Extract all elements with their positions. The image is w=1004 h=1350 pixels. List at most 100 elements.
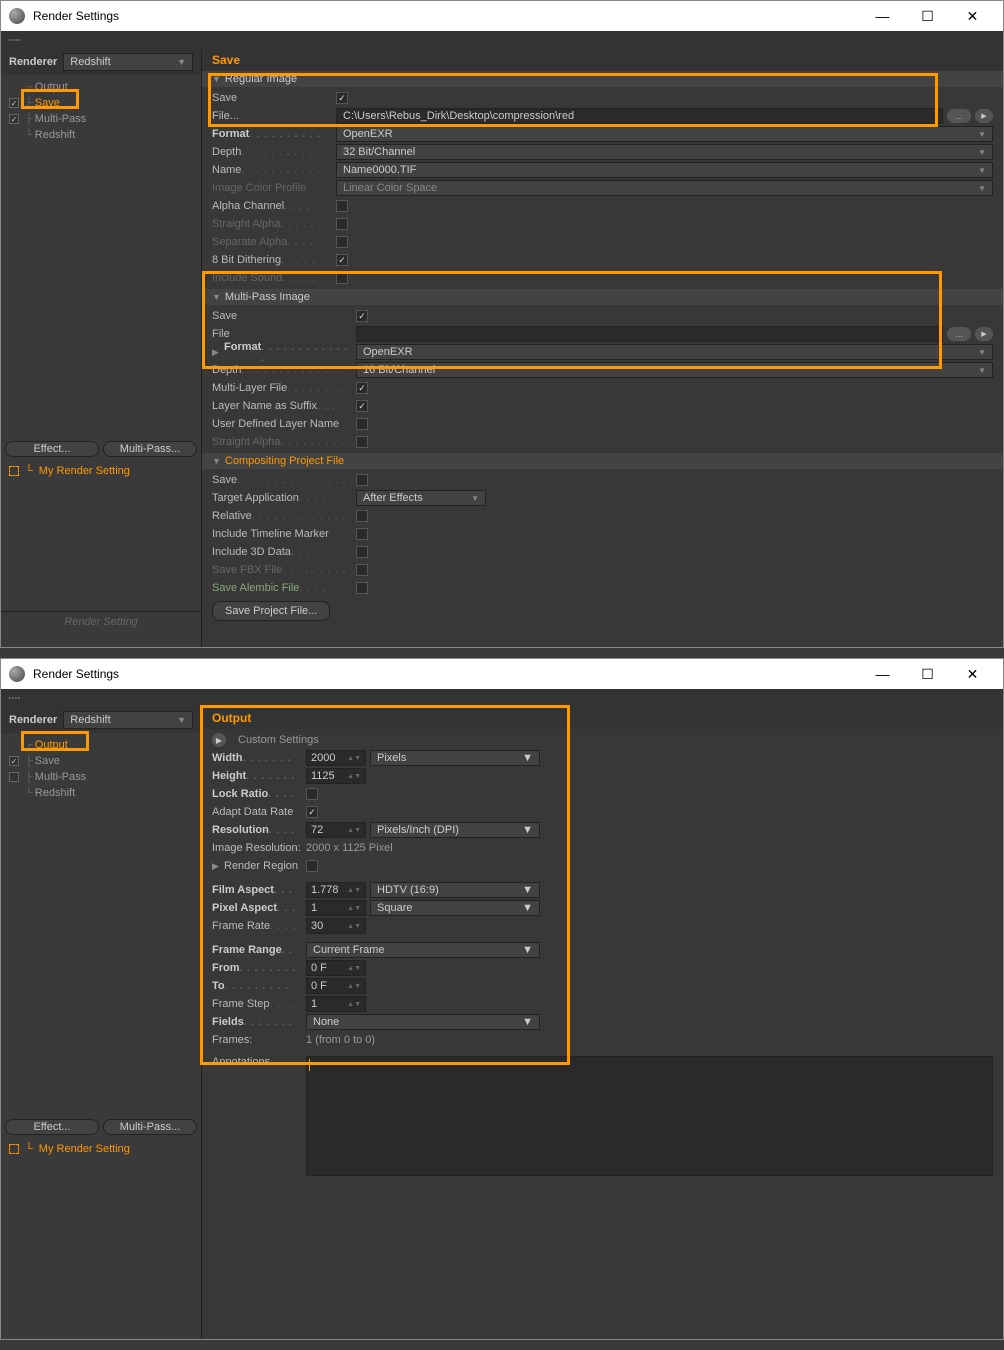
renderer-dropdown[interactable]: Redshift ▼ — [63, 711, 193, 729]
tree-item-output[interactable]: ┌ Output — [1, 79, 201, 95]
my-render-setting[interactable]: └My Render Setting — [1, 461, 201, 481]
titlebar[interactable]: Render Settings — ☐ ✕ — [1, 659, 1003, 689]
effect-button[interactable]: Effect... — [5, 1119, 99, 1135]
frame-range-dropdown[interactable]: Current Frame▼ — [306, 942, 540, 958]
film-aspect-dropdown[interactable]: HDTV (16:9)▼ — [370, 882, 540, 898]
collapse-arrow-icon: ▼ — [212, 456, 221, 466]
renderer-label: Renderer — [9, 714, 57, 726]
main-header: Output — [202, 707, 1003, 729]
expand-button[interactable]: ▶ — [212, 733, 226, 747]
save-project-file-button[interactable]: Save Project File... — [212, 601, 330, 621]
collapse-arrow-icon: ▼ — [212, 292, 221, 302]
save-checkbox-regular[interactable] — [336, 92, 348, 104]
multipass-button[interactable]: Multi-Pass... — [103, 1119, 197, 1135]
save-checkbox[interactable] — [9, 756, 19, 766]
alpha-channel-checkbox[interactable] — [336, 200, 348, 212]
section-multipass-image[interactable]: ▼ Multi-Pass Image — [202, 289, 1003, 305]
tree-item-output[interactable]: ┌ Output — [1, 737, 201, 753]
from-input[interactable]: 0 F▲▼ — [306, 960, 366, 976]
user-layer-name-checkbox[interactable] — [356, 418, 368, 430]
tree-item-multipass[interactable]: ├ Multi-Pass — [1, 769, 201, 785]
depth-dropdown[interactable]: 32 Bit/Channel▼ — [336, 144, 993, 160]
tree-item-save[interactable]: ├ Save — [1, 95, 201, 111]
mp-save-checkbox[interactable] — [356, 310, 368, 322]
toolbar — [1, 31, 1003, 49]
tree-item-save[interactable]: ├ Save — [1, 753, 201, 769]
save-checkbox[interactable] — [9, 98, 19, 108]
fields-dropdown[interactable]: None▼ — [306, 1014, 540, 1030]
close-button[interactable]: ✕ — [950, 660, 995, 688]
alembic-checkbox[interactable] — [356, 582, 368, 594]
format-dropdown[interactable]: OpenEXR▼ — [336, 126, 993, 142]
cpf-save-checkbox[interactable] — [356, 474, 368, 486]
maximize-button[interactable]: ☐ — [905, 660, 950, 688]
frame-rate-input[interactable]: 30▲▼ — [306, 918, 366, 934]
mp-play-button[interactable]: ▶ — [975, 327, 993, 341]
minimize-button[interactable]: — — [860, 660, 905, 688]
width-unit-dropdown[interactable]: Pixels▼ — [370, 750, 540, 766]
maximize-button[interactable]: ☐ — [905, 2, 950, 30]
multipass-checkbox[interactable] — [9, 114, 19, 124]
main-panel: Output ▶ Custom Settings Width. . . . . … — [201, 707, 1003, 1339]
color-profile-dropdown: Linear Color Space▼ — [336, 180, 993, 196]
target-app-dropdown[interactable]: After Effects▼ — [356, 490, 486, 506]
straight-alpha-checkbox — [336, 218, 348, 230]
play-button[interactable]: ▶ — [975, 109, 993, 123]
effect-button[interactable]: Effect... — [5, 441, 99, 457]
renderer-dropdown[interactable]: Redshift ▼ — [63, 53, 193, 71]
tree-item-redshift[interactable]: └ Redshift — [1, 785, 201, 801]
render-setting-label: Render Setting — [1, 611, 201, 632]
mp-file-input[interactable] — [356, 326, 943, 342]
layer-suffix-checkbox[interactable] — [356, 400, 368, 412]
resolution-input[interactable]: 72▲▼ — [306, 822, 366, 838]
frame-step-input[interactable]: 1▲▼ — [306, 996, 366, 1012]
adapt-data-rate-checkbox[interactable] — [306, 806, 318, 818]
name-dropdown[interactable]: Name0000.TIF▼ — [336, 162, 993, 178]
browse-button[interactable]: … — [947, 109, 971, 123]
chevron-down-icon: ▼ — [177, 57, 186, 67]
section-compositing[interactable]: ▼ Compositing Project File — [202, 453, 1003, 469]
collapse-arrow-icon: ▼ — [212, 74, 221, 84]
close-button[interactable]: ✕ — [950, 2, 995, 30]
renderer-label: Renderer — [9, 56, 57, 68]
separate-alpha-checkbox — [336, 236, 348, 248]
multipass-checkbox[interactable] — [9, 772, 19, 782]
expand-arrow-icon[interactable]: ▶ — [212, 861, 220, 872]
minimize-button[interactable]: — — [860, 2, 905, 30]
pixel-aspect-dropdown[interactable]: Square▼ — [370, 900, 540, 916]
file-button[interactable]: File... — [212, 110, 239, 122]
tree-item-redshift[interactable]: └ Redshift — [1, 127, 201, 143]
section-regular-image[interactable]: ▼ Regular Image — [202, 71, 1003, 87]
my-render-setting[interactable]: └My Render Setting — [1, 1139, 201, 1159]
lock-ratio-checkbox[interactable] — [306, 788, 318, 800]
mp-format-dropdown[interactable]: OpenEXR▼ — [356, 344, 993, 360]
chevron-down-icon: ▼ — [177, 715, 186, 725]
mp-browse-button[interactable]: … — [947, 327, 971, 341]
height-input[interactable]: 1125▲▼ — [306, 768, 366, 784]
image-resolution-value: 2000 x 1125 Pixel — [306, 842, 393, 854]
pixel-aspect-input[interactable]: 1▲▼ — [306, 900, 366, 916]
main-header: Save — [202, 49, 1003, 71]
mp-straight-alpha-checkbox — [356, 436, 368, 448]
multilayer-checkbox[interactable] — [356, 382, 368, 394]
render-region-checkbox[interactable] — [306, 860, 318, 872]
main-panel: Save ▼ Regular Image Save File... … ▶ — [201, 49, 1003, 647]
file-path-input[interactable] — [336, 108, 943, 124]
multipass-button[interactable]: Multi-Pass... — [103, 441, 197, 457]
include-3d-checkbox[interactable] — [356, 546, 368, 558]
timeline-marker-checkbox[interactable] — [356, 528, 368, 540]
render-setting-icon — [9, 1144, 19, 1154]
to-input[interactable]: 0 F▲▼ — [306, 978, 366, 994]
relative-checkbox[interactable] — [356, 510, 368, 522]
mp-depth-dropdown[interactable]: 16 Bit/Channel▼ — [356, 362, 993, 378]
toolbar — [1, 689, 1003, 707]
render-setting-icon — [9, 466, 19, 476]
tree-item-multipass[interactable]: ├ Multi-Pass — [1, 111, 201, 127]
width-input[interactable]: 2000▲▼ — [306, 750, 366, 766]
titlebar[interactable]: Render Settings — ☐ ✕ — [1, 1, 1003, 31]
resolution-unit-dropdown[interactable]: Pixels/Inch (DPI)▼ — [370, 822, 540, 838]
film-aspect-input[interactable]: 1.778▲▼ — [306, 882, 366, 898]
expand-arrow-icon[interactable]: ▶ — [212, 347, 220, 358]
dithering-checkbox[interactable] — [336, 254, 348, 266]
annotations-textarea[interactable] — [306, 1056, 993, 1176]
